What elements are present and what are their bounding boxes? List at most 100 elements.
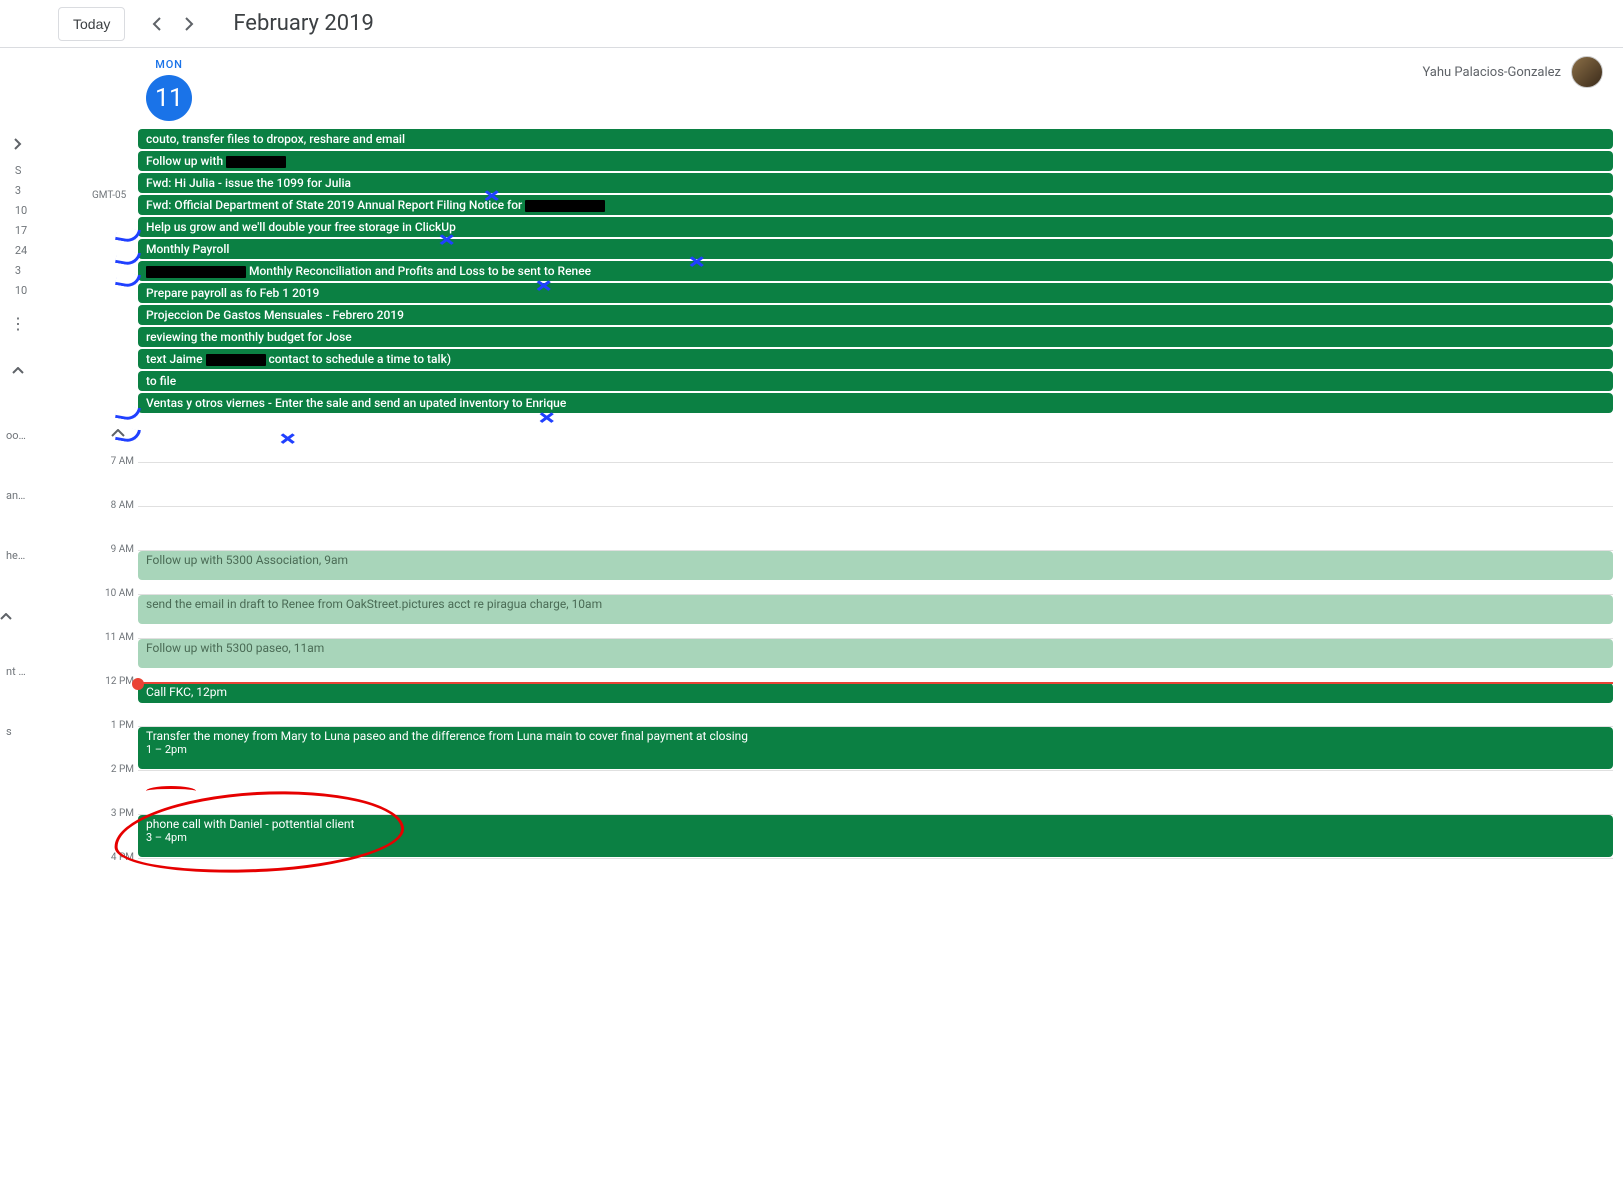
allday-event[interactable]: to file bbox=[138, 371, 1613, 391]
day-header: MON 11 Yahu Palacios-Gonzalez bbox=[36, 48, 1613, 121]
event-title: Fwd: Official Department of State 2019 A… bbox=[146, 198, 525, 212]
app-header: Today February 2019 bbox=[0, 0, 1623, 48]
redacted-text bbox=[206, 354, 266, 366]
mini-calendar-cell[interactable]: 17 bbox=[9, 224, 27, 244]
next-button[interactable] bbox=[173, 8, 205, 40]
event-title: couto, transfer files to dropox, reshare… bbox=[146, 132, 405, 146]
hour-label: 3 PM bbox=[96, 808, 134, 819]
hour-label: 2 PM bbox=[96, 764, 134, 775]
more-icon[interactable]: ⋮ bbox=[10, 314, 26, 333]
allday-event[interactable]: Fwd: Hi Julia - issue the 1099 for Julia bbox=[138, 173, 1613, 193]
hour-label: 1 PM bbox=[96, 720, 134, 731]
chevron-up-icon[interactable] bbox=[0, 609, 36, 625]
timed-event[interactable]: Transfer the money from Mary to Luna pas… bbox=[138, 727, 1613, 769]
event-title: contact to schedule a time to talk) bbox=[266, 352, 452, 366]
annotation-x-icon: × bbox=[280, 427, 296, 452]
allday-event[interactable]: couto, transfer files to dropox, reshare… bbox=[138, 129, 1613, 149]
hour-label: 12 PM bbox=[96, 676, 134, 687]
allday-event[interactable]: Follow up with bbox=[138, 151, 1613, 171]
hour-label: 11 AM bbox=[96, 632, 134, 643]
event-title: Follow up with 5300 paseo, bbox=[146, 641, 294, 655]
avatar[interactable] bbox=[1571, 56, 1603, 88]
hour-label: 9 AM bbox=[96, 544, 134, 555]
mini-calendar-cell[interactable]: S bbox=[9, 164, 27, 184]
collapse-allday-icon[interactable] bbox=[106, 423, 130, 442]
day-name: MON bbox=[155, 58, 182, 71]
mini-calendar-cell[interactable]: 10 bbox=[9, 284, 27, 304]
now-indicator-dot bbox=[132, 678, 144, 690]
allday-event[interactable]: Monthly Payroll bbox=[138, 239, 1613, 259]
main-area: S3101724310 ⋮ oo…an…he…nt …s MON 11 Yahu… bbox=[0, 48, 1623, 1201]
event-title: phone call with Daniel - pottential clie… bbox=[146, 817, 354, 831]
allday-event[interactable]: Help us grow and we'll double your free … bbox=[138, 217, 1613, 237]
allday-event[interactable]: Projeccion De Gastos Mensuales - Febrero… bbox=[138, 305, 1613, 325]
timed-event[interactable]: phone call with Daniel - pottential clie… bbox=[138, 815, 1613, 857]
time-grid: 7 AM8 AM9 AM10 AM11 AM12 PM1 PM2 PM3 PM4… bbox=[96, 462, 1613, 902]
event-title: Follow up with bbox=[146, 154, 226, 168]
mini-calendar-cell[interactable]: 10 bbox=[9, 204, 27, 224]
sidebar-truncated-item[interactable]: an… bbox=[0, 489, 36, 509]
event-title: Monthly Payroll bbox=[146, 242, 229, 256]
event-time: 1 – 2pm bbox=[146, 743, 1605, 756]
hour-label: 10 AM bbox=[96, 588, 134, 599]
event-title: Projeccion De Gastos Mensuales - Febrero… bbox=[146, 308, 404, 322]
event-time: 10am bbox=[572, 597, 603, 611]
prev-button[interactable] bbox=[141, 8, 173, 40]
event-title: Monthly Reconciliation and Profits and L… bbox=[246, 264, 591, 278]
event-title: reviewing the monthly budget for Jose bbox=[146, 330, 352, 344]
hour-label: 8 AM bbox=[96, 500, 134, 511]
hour-row[interactable]: 7 AM bbox=[138, 462, 1613, 506]
timed-event[interactable]: send the email in draft to Renee from Oa… bbox=[138, 595, 1613, 624]
timed-event[interactable]: Follow up with 5300 Association, 9am bbox=[138, 551, 1613, 580]
timezone-label: GMT-05 bbox=[92, 190, 126, 201]
sidebar-truncated-item[interactable]: s bbox=[0, 725, 36, 745]
event-title: Fwd: Hi Julia - issue the 1099 for Julia bbox=[146, 176, 351, 190]
hour-label: 4 PM bbox=[96, 852, 134, 863]
chevron-up-icon[interactable] bbox=[12, 363, 24, 379]
allday-event[interactable]: reviewing the monthly budget for Jose bbox=[138, 327, 1613, 347]
redacted-text bbox=[226, 156, 286, 168]
mini-calendar-cell[interactable]: 3 bbox=[9, 184, 27, 204]
sidebar-truncated-item[interactable]: he… bbox=[0, 549, 36, 569]
today-button[interactable]: Today bbox=[58, 7, 125, 41]
event-title: Follow up with 5300 Association, bbox=[146, 553, 324, 567]
event-title: send the email in draft to Renee from Oa… bbox=[146, 597, 572, 611]
left-sidebar: S3101724310 ⋮ oo…an…he…nt …s bbox=[0, 48, 36, 1201]
calendar-area: MON 11 Yahu Palacios-Gonzalez GMT-05 cou… bbox=[36, 48, 1623, 1201]
chevron-right-icon[interactable] bbox=[14, 138, 22, 154]
allday-event[interactable]: text Jaime contact to schedule a time to… bbox=[138, 349, 1613, 369]
hour-row[interactable]: 2 PM bbox=[138, 770, 1613, 814]
event-title: Transfer the money from Mary to Luna pas… bbox=[146, 729, 748, 743]
event-title: to file bbox=[146, 374, 176, 388]
hour-row[interactable]: 8 AM bbox=[138, 506, 1613, 550]
event-title: Ventas y otros viernes - Enter the sale … bbox=[146, 396, 566, 410]
hour-label: 7 AM bbox=[96, 456, 134, 467]
event-time: 11am bbox=[294, 641, 325, 655]
nav-arrows bbox=[141, 8, 205, 40]
mini-calendar-cell[interactable]: 3 bbox=[9, 264, 27, 284]
event-title: Prepare payroll as fo Feb 1 2019 bbox=[146, 286, 319, 300]
allday-event[interactable]: Prepare payroll as fo Feb 1 2019 bbox=[138, 283, 1613, 303]
header-title: February 2019 bbox=[233, 11, 373, 36]
event-time: 12pm bbox=[196, 685, 227, 699]
allday-event[interactable]: Fwd: Official Department of State 2019 A… bbox=[138, 195, 1613, 215]
hour-row[interactable]: 4 PM bbox=[138, 858, 1613, 902]
allday-section: couto, transfer files to dropox, reshare… bbox=[138, 129, 1613, 413]
user-area: Yahu Palacios-Gonzalez bbox=[1422, 56, 1603, 88]
now-indicator bbox=[138, 682, 1613, 684]
allday-event[interactable]: Monthly Reconciliation and Profits and L… bbox=[138, 261, 1613, 281]
redacted-text bbox=[146, 266, 246, 278]
timed-event[interactable]: Follow up with 5300 paseo, 11am bbox=[138, 639, 1613, 668]
event-title: Call FKC, bbox=[146, 685, 196, 699]
event-time: 3 – 4pm bbox=[146, 831, 1605, 844]
event-title: Help us grow and we'll double your free … bbox=[146, 220, 456, 234]
timed-event[interactable]: Call FKC, 12pm bbox=[138, 683, 1613, 703]
day-number[interactable]: 11 bbox=[146, 75, 192, 121]
user-name: Yahu Palacios-Gonzalez bbox=[1422, 65, 1561, 80]
sidebar-truncated-item[interactable]: oo… bbox=[0, 429, 36, 449]
mini-calendar-cell[interactable]: 24 bbox=[9, 244, 27, 264]
event-time: 9am bbox=[324, 553, 348, 567]
sidebar-truncated-item[interactable]: nt … bbox=[0, 665, 36, 685]
allday-event[interactable]: Ventas y otros viernes - Enter the sale … bbox=[138, 393, 1613, 413]
redacted-text bbox=[525, 200, 605, 212]
